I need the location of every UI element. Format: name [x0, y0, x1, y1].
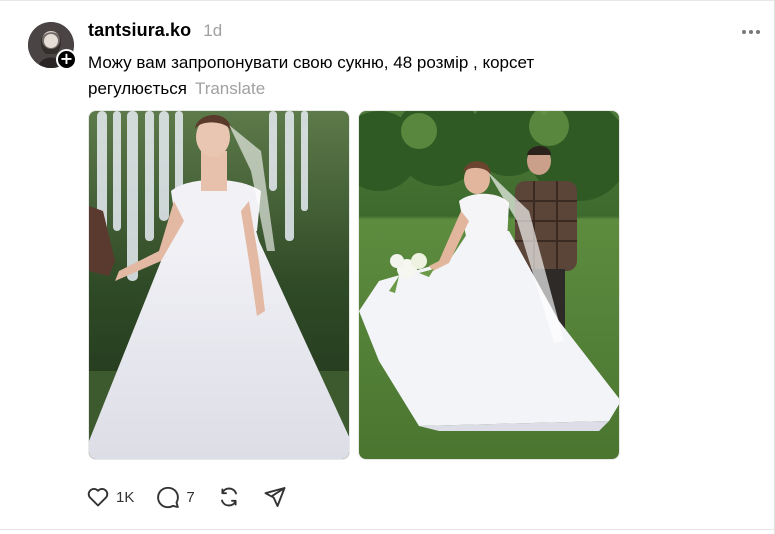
like-count: 1K [116, 488, 135, 506]
translate-link[interactable]: Translate [195, 79, 265, 98]
send-icon [264, 487, 286, 507]
post-header: tantsiura.ko 1d [88, 20, 222, 44]
comment-button[interactable]: 7 [156, 485, 195, 509]
repost-icon [220, 487, 237, 507]
post-image-1[interactable] [88, 110, 350, 460]
dot-icon [749, 30, 753, 34]
comment-icon [157, 486, 180, 509]
divider [0, 529, 775, 530]
post-text: Можу вам запропонувати свою сукню, 48 ро… [88, 50, 648, 102]
post-body: Можу вам запропонувати свою сукню, 48 ро… [88, 53, 535, 98]
follow-badge-icon[interactable]: + [56, 49, 77, 70]
like-button[interactable]: 1K [86, 485, 134, 509]
post-image-2[interactable] [358, 110, 620, 460]
repost-button[interactable] [217, 485, 241, 509]
username[interactable]: tantsiura.ko [88, 20, 191, 41]
comment-count: 7 [186, 488, 195, 506]
share-button[interactable] [263, 485, 287, 509]
heart-icon [87, 487, 109, 507]
dot-icon [756, 30, 760, 34]
post-timestamp[interactable]: 1d [203, 21, 222, 41]
action-bar: 1K 7 [86, 484, 309, 510]
photo-bride-walking-on-lawn-icon [359, 111, 619, 459]
photo-bride-in-garden-icon [89, 111, 349, 459]
more-options-icon[interactable] [739, 22, 763, 42]
dot-icon [742, 30, 746, 34]
